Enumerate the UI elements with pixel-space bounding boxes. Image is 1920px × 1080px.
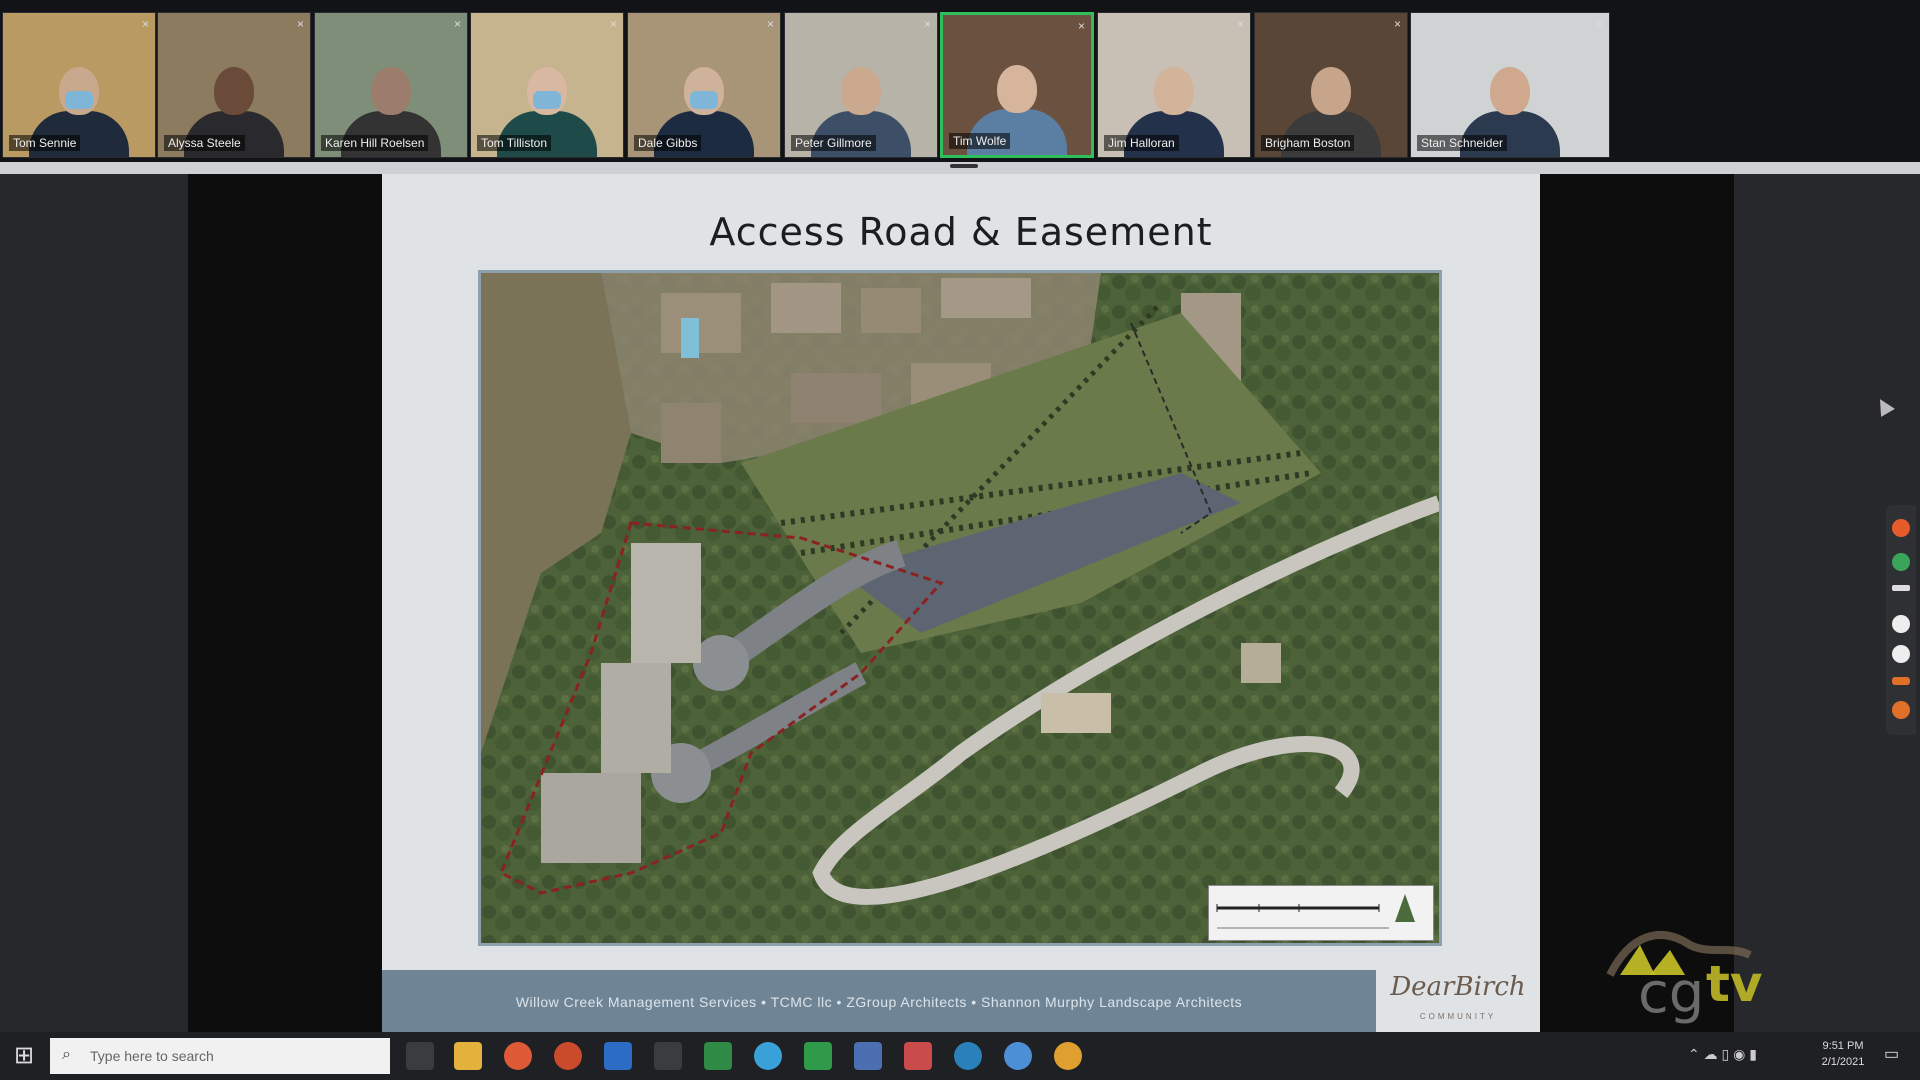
close-icon[interactable]: × — [142, 17, 149, 31]
stop-icon[interactable] — [1892, 701, 1910, 719]
participant-name: Brigham Boston — [1261, 135, 1355, 151]
participant-tile[interactable]: Karen Hill Roelsen × — [314, 12, 468, 158]
participant-name: Peter Gillmore — [791, 135, 876, 151]
app-icon-orange[interactable] — [1054, 1042, 1082, 1070]
search-icon: ⌕ — [62, 1046, 71, 1063]
participant-tile[interactable]: Tom Sennie × — [2, 12, 156, 158]
participant-name: Stan Schneider — [1417, 135, 1508, 151]
participant-tile[interactable]: Brigham Boston × — [1254, 12, 1408, 158]
outlook-icon[interactable] — [604, 1042, 632, 1070]
app-icon-circle[interactable] — [1004, 1042, 1032, 1070]
pointer-icon[interactable] — [1892, 677, 1910, 685]
shared-slide: Access Road & Easement Willow Creek Mana… — [382, 174, 1540, 1032]
participant-name: Tom Tilliston — [477, 135, 552, 151]
zoom-icon[interactable] — [954, 1042, 982, 1070]
participant-name: Alyssa Steele — [164, 135, 245, 151]
search-placeholder: Type here to search — [90, 1048, 214, 1064]
app-icon-blue[interactable] — [854, 1042, 882, 1070]
hand-icon[interactable] — [1892, 585, 1910, 591]
file-explorer-icon[interactable] — [454, 1042, 482, 1070]
taskbar-clock[interactable]: 9:51 PM 2/1/2021 — [1808, 1038, 1878, 1070]
participant-tile[interactable]: Peter Gillmore × — [784, 12, 938, 158]
tray-icons[interactable]: ⌃ ☁ ▯ ◉ ▮ — [1688, 1046, 1757, 1063]
close-icon[interactable]: × — [767, 17, 774, 31]
edge-icon[interactable] — [754, 1042, 782, 1070]
participant-name: Jim Halloran — [1104, 135, 1179, 151]
mic-icon[interactable] — [1892, 553, 1910, 571]
clock-time: 9:51 PM — [1822, 1040, 1864, 1052]
clock-date: 2/1/2021 — [1821, 1056, 1865, 1068]
aerial-site-map — [478, 270, 1442, 946]
participant-tile[interactable]: Tom Tilliston × — [470, 12, 624, 158]
letterbox-left — [188, 174, 382, 1032]
close-icon[interactable]: × — [1596, 17, 1603, 31]
app-icon-mixed[interactable] — [904, 1042, 932, 1070]
participant-tile[interactable]: Tim Wolfe × — [940, 12, 1094, 158]
app-icon-dark[interactable] — [654, 1042, 682, 1070]
participant-name: Tim Wolfe — [949, 133, 1011, 149]
channel-watermark: cg tv — [1600, 915, 1770, 1026]
close-icon[interactable]: × — [1078, 19, 1085, 33]
windows-start-icon[interactable]: ⊞ — [10, 1042, 38, 1070]
drag-handle[interactable] — [950, 164, 978, 168]
participant-tile[interactable]: Jim Halloran × — [1097, 12, 1251, 158]
close-icon[interactable]: × — [1237, 17, 1244, 31]
slide-footer-text: Willow Creek Management Services • TCMC … — [515, 994, 1243, 1010]
watermark-cg: cg — [1638, 961, 1705, 1026]
record-icon[interactable] — [1892, 519, 1910, 537]
close-icon[interactable]: × — [297, 17, 304, 31]
watermark-tv: tv — [1706, 955, 1763, 1013]
close-icon[interactable]: × — [610, 17, 617, 31]
site-plan-graphic — [481, 273, 1439, 943]
settings-icon[interactable] — [1892, 615, 1910, 633]
chrome-icon[interactable] — [504, 1042, 532, 1070]
slide-title: Access Road & Easement — [709, 210, 1213, 254]
participant-name: Dale Gibbs — [634, 135, 702, 151]
brand-logo-sub: COMMUNITY — [1419, 1012, 1497, 1021]
participant-tile[interactable]: Dale Gibbs × — [627, 12, 781, 158]
taskbar-search[interactable]: ⌕ Type here to search — [50, 1038, 390, 1074]
taskbar: ⊞ ⌕ Type here to search ⌃ ☁ ▯ ◉ ▮ 9:51 P… — [0, 1032, 1920, 1080]
side-toolbar — [1886, 505, 1916, 735]
app-icon-red[interactable] — [554, 1042, 582, 1070]
participant-name: Karen Hill Roelsen — [321, 135, 429, 151]
participant-tile[interactable]: Stan Schneider × — [1410, 12, 1610, 158]
app-icon-green[interactable] — [804, 1042, 832, 1070]
participant-strip: Tom Sennie × Alyssa Steele × Karen Hill Roel… — [0, 0, 1920, 162]
close-icon[interactable]: × — [924, 17, 931, 31]
left-panel — [0, 174, 188, 1032]
excel-icon[interactable] — [704, 1042, 732, 1070]
participant-tile[interactable]: Alyssa Steele × — [157, 12, 311, 158]
participant-name: Tom Sennie — [9, 135, 81, 151]
close-icon[interactable]: × — [1394, 17, 1401, 31]
scale-bar — [1208, 885, 1434, 941]
slide-footer: Willow Creek Management Services • TCMC … — [382, 970, 1376, 1032]
task-view-icon[interactable] — [406, 1042, 434, 1070]
gear-icon[interactable] — [1892, 645, 1910, 663]
notification-icon[interactable]: ▭ — [1884, 1044, 1904, 1064]
letterbox-right — [1540, 174, 1734, 1032]
close-icon[interactable]: × — [454, 17, 461, 31]
